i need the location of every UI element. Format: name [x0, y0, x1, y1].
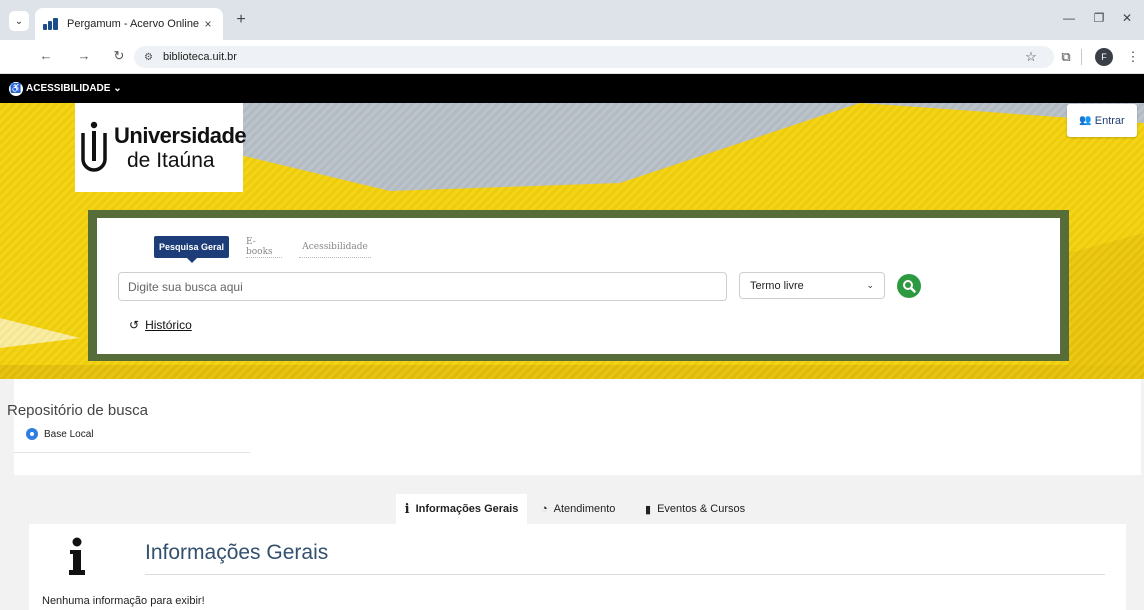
divider	[145, 574, 1105, 575]
accessibility-menu-button[interactable]: ACESSIBILIDADE	[26, 83, 110, 94]
login-label: Entrar	[1094, 114, 1125, 127]
tab-acessibilidade[interactable]: Acessibilidade	[299, 236, 371, 258]
toolbar-separator	[1081, 49, 1082, 65]
search-icon	[903, 280, 916, 293]
tab-label: Atendimento	[553, 503, 616, 515]
extensions-icon[interactable]: ⧉	[1058, 49, 1074, 65]
bookmark-icon: ▮	[645, 503, 652, 516]
site-info-icon[interactable]: ⚙	[144, 52, 153, 63]
tab-search-chevron-icon[interactable]: ⌄	[9, 11, 29, 31]
pergamum-favicon-icon	[43, 18, 59, 30]
accessibility-bar: ♿ ACESSIBILIDADE ⌄	[0, 74, 1144, 103]
tab-ebooks[interactable]: E-books	[246, 236, 282, 258]
star-icon[interactable]: ☆	[1023, 49, 1039, 65]
university-logo[interactable]: Universidade de Itaúna	[75, 103, 247, 192]
address-bar[interactable]: ⚙ biblioteca.uit.br	[134, 46, 1054, 68]
tab-pesquisa-geral[interactable]: Pesquisa Geral	[154, 236, 229, 263]
chevron-down-icon: ⌄	[110, 83, 122, 94]
info-heading: Informações Gerais	[145, 541, 329, 564]
logo-text-line2: de Itaúna	[127, 149, 215, 172]
repository-option-label: Base Local	[44, 428, 94, 440]
repository-section	[14, 379, 1141, 475]
minimize-icon[interactable]: —	[1059, 11, 1079, 25]
divider	[14, 452, 250, 453]
chevron-down-icon: ⌄	[866, 280, 874, 290]
back-arrow-icon[interactable]: ←	[38, 48, 54, 63]
repository-title: Repositório de busca	[7, 402, 148, 419]
url-text[interactable]: biblioteca.uit.br	[163, 51, 237, 63]
search-type-value: Termo livre	[750, 279, 804, 292]
profile-avatar[interactable]: F	[1095, 48, 1113, 66]
history-link[interactable]: ↺ Histórico	[129, 318, 192, 332]
history-icon: ↺	[129, 318, 140, 332]
users-icon: 👥	[1079, 115, 1092, 126]
reload-icon[interactable]: ↻	[111, 48, 127, 64]
browser-toolbar: ← → ↻ ⚙ biblioteca.uit.br ☆ ⧉ ⋮	[0, 40, 1144, 74]
tab-close-icon[interactable]: ×	[201, 17, 215, 31]
tab-label: Informações Gerais	[415, 503, 519, 515]
radio-selected[interactable]	[26, 428, 38, 440]
info-icon: i	[404, 501, 410, 517]
accessibility-icon: ♿	[9, 81, 23, 96]
tab-atendimento[interactable]: ◔ Atendimento	[533, 494, 623, 524]
info-large-icon	[69, 537, 85, 575]
login-button[interactable]: 👥 Entrar	[1067, 104, 1137, 137]
repository-option-base-local[interactable]: Base Local	[26, 428, 93, 440]
tab-label: Eventos & Cursos	[657, 503, 746, 515]
tab-eventos-cursos[interactable]: ▮ Eventos & Cursos	[637, 494, 753, 524]
new-tab-button[interactable]: +	[232, 11, 250, 29]
tab-title: Pergamum - Acervo Online	[67, 18, 200, 30]
close-window-icon[interactable]: ✕	[1117, 11, 1137, 25]
logo-text-line1: Universidade	[114, 123, 247, 148]
tab-informacoes-gerais[interactable]: i Informações Gerais	[396, 494, 527, 524]
forward-arrow-icon[interactable]: →	[76, 48, 92, 63]
search-button[interactable]	[897, 274, 921, 298]
maximize-icon[interactable]: ❐	[1089, 11, 1109, 25]
empty-message: Nenhuma informação para exibir!	[42, 595, 205, 607]
history-label: Histórico	[145, 318, 192, 332]
clock-icon: ◔	[541, 503, 548, 515]
search-type-select[interactable]: Termo livre ⌄	[739, 272, 885, 299]
browser-tab[interactable]: Pergamum - Acervo Online ×	[35, 8, 223, 40]
university-logo-mark-icon	[81, 121, 107, 172]
kebab-menu-icon[interactable]: ⋮	[1125, 49, 1141, 65]
search-input[interactable]	[118, 272, 727, 301]
browser-tab-bar: ⌄ Pergamum - Acervo Online × + — ❐ ✕	[0, 0, 1144, 40]
